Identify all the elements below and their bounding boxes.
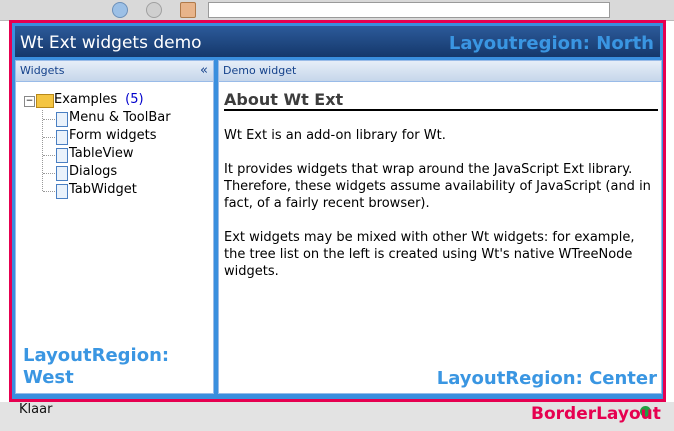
center-region: Demo widget About Wt Ext Wt Ext is an ad… (218, 60, 662, 394)
content-heading: About Wt Ext (224, 91, 658, 111)
border-layout: Wt Ext widgets demo Layoutregion: North … (9, 20, 666, 402)
paragraph: Ext widgets may be mixed with other Wt w… (224, 230, 635, 279)
paragraph: It provides widgets that wrap around the… (224, 162, 651, 211)
tree-item-label[interactable]: Menu & ToolBar (69, 110, 171, 125)
north-region: Wt Ext widgets demo Layoutregion: North (15, 26, 660, 57)
west-region-label: LayoutRegion: West (23, 345, 170, 388)
page-icon (56, 112, 68, 127)
collapse-icon[interactable]: « (200, 61, 208, 81)
page-icon (56, 148, 68, 163)
stop-icon[interactable] (146, 2, 162, 18)
center-region-label: LayoutRegion: Center (436, 368, 657, 389)
tree-root-label[interactable]: Examples (54, 92, 117, 107)
west-panel-title: Widgets (20, 64, 65, 77)
app-title: Wt Ext widgets demo (20, 33, 202, 53)
tree-item-label[interactable]: TabWidget (69, 182, 137, 197)
center-content: About Wt Ext Wt Ext is an add-on library… (224, 91, 658, 297)
tree-root-count: (5) (125, 92, 144, 107)
center-panel-title: Demo widget (223, 64, 297, 77)
url-bar[interactable] (208, 2, 610, 18)
page-icon (56, 130, 68, 145)
center-panel-header: Demo widget (219, 61, 661, 82)
status-text: Klaar (19, 402, 53, 417)
home-icon[interactable] (180, 2, 196, 18)
tree-item-label[interactable]: Form widgets (69, 128, 157, 143)
tree-children: Menu & ToolBar Form widgets TableView Di… (42, 110, 171, 199)
page-icon (56, 166, 68, 181)
collapse-node-icon[interactable]: − (24, 96, 35, 107)
page-icon (56, 184, 68, 199)
border-layout-label: BorderLayout (531, 404, 661, 424)
folder-open-icon (36, 94, 54, 108)
paragraph: Wt Ext is an add-on library for Wt. (224, 128, 446, 143)
browser-toolbar (0, 0, 674, 21)
tree-item-label[interactable]: Dialogs (69, 164, 117, 179)
globe-icon[interactable] (112, 2, 128, 18)
west-region: Widgets « − Examples (5) Menu & ToolBar F… (15, 60, 214, 394)
tree-item-label[interactable]: TableView (69, 146, 133, 161)
north-region-label: Layoutregion: North (448, 33, 654, 54)
west-panel-header: Widgets « (16, 61, 213, 82)
